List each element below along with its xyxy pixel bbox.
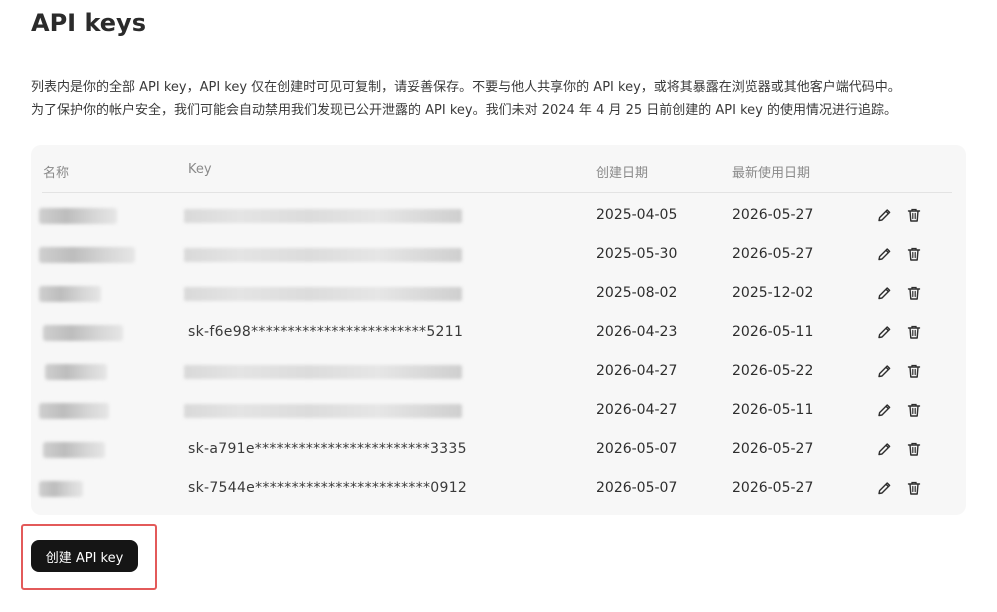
pencil-icon[interactable] bbox=[876, 362, 892, 380]
pencil-icon[interactable] bbox=[876, 440, 892, 458]
redacted-key-name bbox=[39, 403, 109, 419]
redacted-key-value bbox=[184, 209, 462, 223]
created-date: 2026-05-07 bbox=[596, 441, 678, 457]
row-actions bbox=[876, 362, 926, 380]
redacted-key-value bbox=[184, 365, 462, 379]
table-row: 2025-08-02 2025-12-02 bbox=[31, 274, 966, 313]
redacted-key-value bbox=[184, 248, 462, 262]
table-row: 2025-05-30 2026-05-27 bbox=[31, 235, 966, 274]
created-date: 2026-04-27 bbox=[596, 402, 678, 418]
redacted-key-name bbox=[39, 208, 117, 224]
key-value: sk-f6e98************************5211 bbox=[188, 324, 464, 340]
pencil-icon[interactable] bbox=[876, 401, 892, 419]
header-divider bbox=[42, 192, 952, 193]
key-value: sk-a791e************************3335 bbox=[188, 441, 467, 457]
row-actions bbox=[876, 206, 926, 224]
redacted-key-value bbox=[184, 404, 462, 418]
last-used-date: 2025-12-02 bbox=[732, 285, 814, 301]
row-actions bbox=[876, 401, 926, 419]
redacted-key-name bbox=[39, 286, 101, 302]
header-last-used-date: 最新使用日期 bbox=[732, 166, 811, 181]
created-date: 2025-08-02 bbox=[596, 285, 678, 301]
trash-icon[interactable] bbox=[906, 362, 922, 380]
trash-icon[interactable] bbox=[906, 323, 922, 341]
trash-icon[interactable] bbox=[906, 401, 922, 419]
redacted-key-name bbox=[39, 247, 135, 263]
last-used-date: 2026-05-11 bbox=[732, 324, 814, 340]
created-date: 2026-04-27 bbox=[596, 363, 678, 379]
row-actions bbox=[876, 245, 926, 263]
row-actions bbox=[876, 479, 926, 497]
table-row: 2026-04-27 2026-05-11 bbox=[31, 391, 966, 430]
header-created-date: 创建日期 bbox=[596, 166, 649, 181]
redacted-key-value bbox=[184, 287, 462, 301]
created-date: 2025-04-05 bbox=[596, 207, 678, 223]
create-api-key-button[interactable]: 创建 API key bbox=[31, 540, 138, 572]
redacted-key-name bbox=[43, 325, 123, 341]
created-date: 2026-05-07 bbox=[596, 480, 678, 496]
header-name: 名称 bbox=[43, 166, 70, 181]
row-actions bbox=[876, 284, 926, 302]
key-value: sk-7544e************************0912 bbox=[188, 480, 468, 496]
redacted-key-name bbox=[45, 364, 107, 380]
last-used-date: 2026-05-27 bbox=[732, 246, 814, 262]
last-used-date: 2026-05-27 bbox=[732, 441, 814, 457]
created-date: 2025-05-30 bbox=[596, 246, 678, 262]
table-row: 2026-04-27 2026-05-22 bbox=[31, 352, 966, 391]
created-date: 2026-04-23 bbox=[596, 324, 678, 340]
row-actions bbox=[876, 323, 926, 341]
table-row: sk-f6e98************************5211 2026… bbox=[31, 313, 966, 352]
header-key: Key bbox=[188, 162, 212, 177]
redacted-key-name bbox=[39, 481, 83, 497]
page-description: 列表内是你的全部 API key，API key 仅在创建时可见可复制，请妥善保… bbox=[31, 76, 976, 122]
pencil-icon[interactable] bbox=[876, 479, 892, 497]
last-used-date: 2026-05-27 bbox=[732, 207, 814, 223]
page-title: API keys bbox=[31, 9, 146, 37]
description-line-1: 列表内是你的全部 API key，API key 仅在创建时可见可复制，请妥善保… bbox=[31, 80, 901, 95]
trash-icon[interactable] bbox=[906, 479, 922, 497]
table-row: sk-7544e************************0912 2026… bbox=[31, 469, 966, 508]
last-used-date: 2026-05-22 bbox=[732, 363, 814, 379]
trash-icon[interactable] bbox=[906, 440, 922, 458]
api-keys-table: 名称 Key 创建日期 最新使用日期 2025-04-05 2026-05-27 2… bbox=[31, 145, 966, 515]
pencil-icon[interactable] bbox=[876, 245, 892, 263]
table-header: 名称 Key 创建日期 最新使用日期 bbox=[31, 145, 966, 193]
redacted-key-name bbox=[43, 442, 105, 458]
description-line-2: 为了保护你的帐户安全，我们可能会自动禁用我们发现已公开泄露的 API key。我… bbox=[31, 103, 897, 118]
pencil-icon[interactable] bbox=[876, 284, 892, 302]
last-used-date: 2026-05-11 bbox=[732, 402, 814, 418]
pencil-icon[interactable] bbox=[876, 323, 892, 341]
pencil-icon[interactable] bbox=[876, 206, 892, 224]
row-actions bbox=[876, 440, 926, 458]
trash-icon[interactable] bbox=[906, 284, 922, 302]
table-row: 2025-04-05 2026-05-27 bbox=[31, 196, 966, 235]
trash-icon[interactable] bbox=[906, 206, 922, 224]
trash-icon[interactable] bbox=[906, 245, 922, 263]
table-row: sk-a791e************************3335 2026… bbox=[31, 430, 966, 469]
last-used-date: 2026-05-27 bbox=[732, 480, 814, 496]
